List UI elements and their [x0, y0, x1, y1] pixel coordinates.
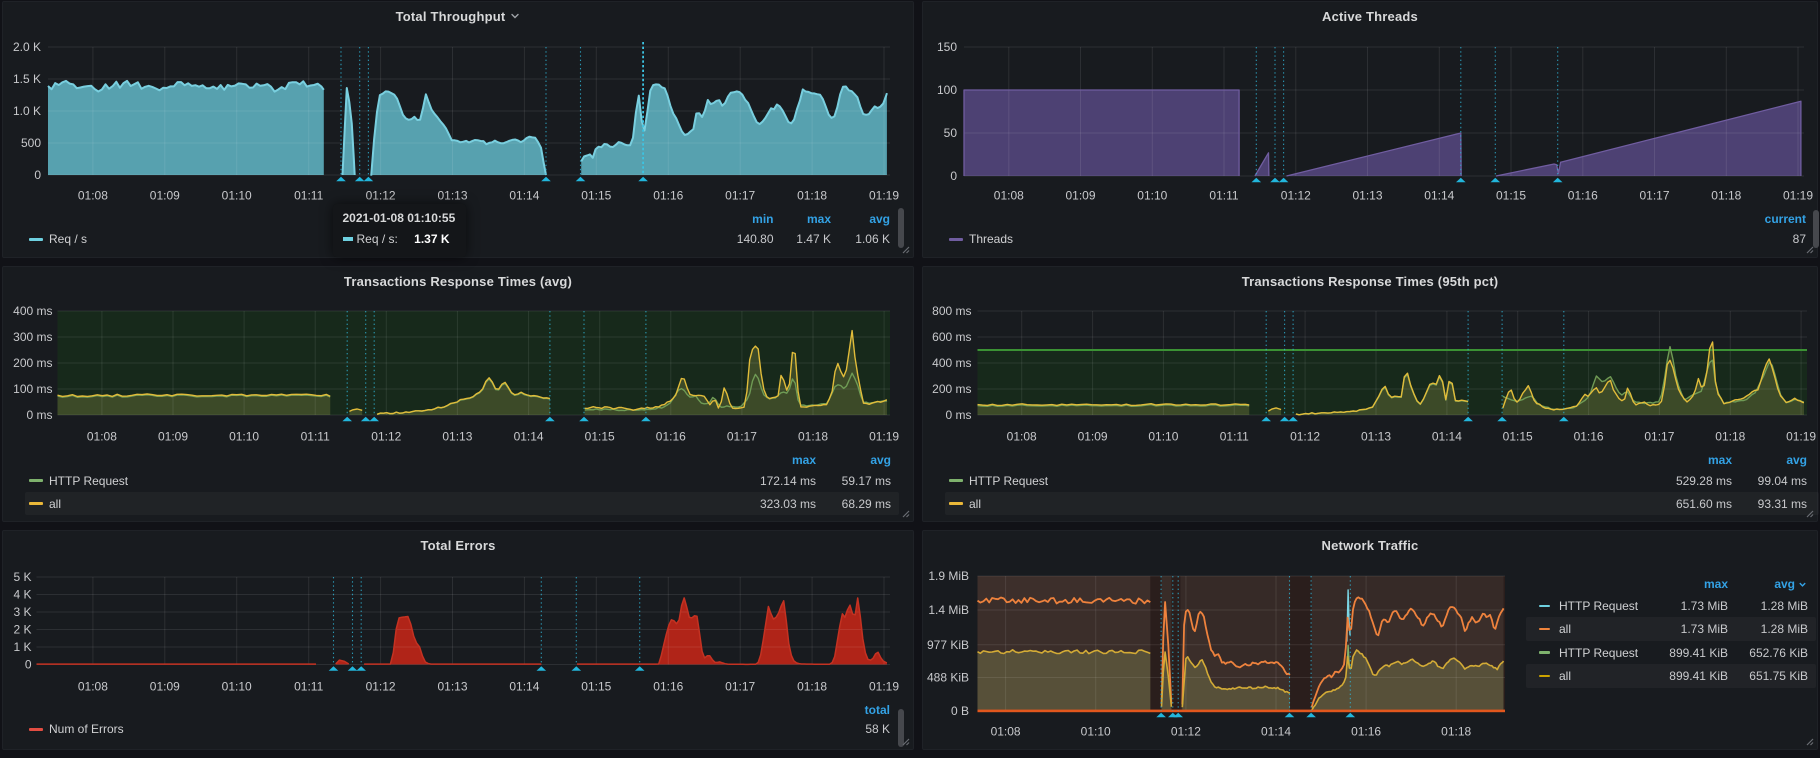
svg-text:100: 100 [937, 83, 957, 97]
svg-text:01:17: 01:17 [1639, 188, 1669, 202]
svg-text:01:08: 01:08 [994, 188, 1024, 202]
svg-text:01:14: 01:14 [514, 429, 544, 443]
svg-text:01:13: 01:13 [1361, 429, 1391, 443]
svg-text:01:10: 01:10 [1148, 429, 1178, 443]
svg-text:01:16: 01:16 [653, 679, 683, 693]
svg-text:01:12: 01:12 [1171, 724, 1201, 738]
svg-text:01:19: 01:19 [869, 679, 899, 693]
svg-text:0: 0 [25, 658, 32, 672]
svg-text:01:16: 01:16 [1351, 724, 1381, 738]
svg-text:01:13: 01:13 [437, 679, 467, 693]
svg-text:01:11: 01:11 [1209, 188, 1238, 202]
svg-text:01:09: 01:09 [1065, 188, 1095, 202]
svg-text:01:19: 01:19 [1786, 429, 1816, 443]
svg-text:01:16: 01:16 [1574, 429, 1604, 443]
svg-text:01:15: 01:15 [581, 188, 611, 202]
svg-text:01:09: 01:09 [158, 429, 188, 443]
svg-text:5 K: 5 K [13, 570, 31, 584]
svg-text:01:17: 01:17 [725, 679, 755, 693]
svg-text:300 ms: 300 ms [13, 330, 52, 344]
svg-text:0 B: 0 B [951, 704, 969, 718]
svg-text:1 K: 1 K [13, 640, 31, 654]
svg-text:2.0 K: 2.0 K [13, 40, 41, 54]
svg-text:01:14: 01:14 [509, 679, 539, 693]
svg-text:01:18: 01:18 [797, 679, 827, 693]
svg-text:01:12: 01:12 [366, 679, 396, 693]
svg-text:01:10: 01:10 [222, 679, 252, 693]
svg-text:01:12: 01:12 [1290, 429, 1320, 443]
svg-text:200 ms: 200 ms [13, 356, 52, 370]
svg-text:0 ms: 0 ms [26, 408, 52, 422]
svg-text:01:10: 01:10 [229, 429, 259, 443]
svg-text:01:12: 01:12 [1281, 188, 1311, 202]
svg-text:01:16: 01:16 [656, 429, 686, 443]
svg-text:01:19: 01:19 [1783, 188, 1813, 202]
svg-text:01:11: 01:11 [294, 188, 323, 202]
svg-text:01:18: 01:18 [1711, 188, 1741, 202]
svg-text:0: 0 [950, 169, 957, 183]
svg-text:01:14: 01:14 [1261, 724, 1291, 738]
svg-text:1.5 K: 1.5 K [13, 72, 41, 86]
svg-text:01:14: 01:14 [1424, 188, 1454, 202]
svg-text:500: 500 [21, 136, 41, 150]
svg-text:01:08: 01:08 [87, 429, 117, 443]
svg-text:01:12: 01:12 [371, 429, 401, 443]
svg-text:01:14: 01:14 [1432, 429, 1462, 443]
svg-text:01:18: 01:18 [798, 429, 828, 443]
svg-text:200 ms: 200 ms [932, 382, 971, 396]
svg-text:01:17: 01:17 [1644, 429, 1674, 443]
svg-text:01:12: 01:12 [366, 188, 396, 202]
svg-text:01:09: 01:09 [150, 188, 180, 202]
svg-text:0 ms: 0 ms [945, 408, 971, 422]
svg-text:0: 0 [34, 168, 41, 182]
svg-text:01:18: 01:18 [1715, 429, 1745, 443]
svg-text:01:16: 01:16 [1568, 188, 1598, 202]
svg-text:3 K: 3 K [13, 605, 31, 619]
svg-text:01:18: 01:18 [797, 188, 827, 202]
svg-text:1.0 K: 1.0 K [13, 104, 41, 118]
svg-text:150: 150 [937, 40, 957, 54]
svg-text:01:15: 01:15 [1496, 188, 1526, 202]
svg-text:01:13: 01:13 [1352, 188, 1382, 202]
svg-text:01:16: 01:16 [653, 188, 683, 202]
svg-text:01:19: 01:19 [869, 188, 899, 202]
svg-text:01:11: 01:11 [294, 679, 323, 693]
svg-text:01:08: 01:08 [78, 679, 108, 693]
svg-text:01:17: 01:17 [727, 429, 757, 443]
svg-text:400 ms: 400 ms [932, 356, 971, 370]
svg-text:01:09: 01:09 [150, 679, 180, 693]
svg-text:01:15: 01:15 [581, 679, 611, 693]
svg-text:01:19: 01:19 [869, 429, 899, 443]
svg-text:01:10: 01:10 [1137, 188, 1167, 202]
svg-text:800 ms: 800 ms [932, 304, 971, 318]
svg-text:01:08: 01:08 [1007, 429, 1037, 443]
svg-text:01:10: 01:10 [1081, 724, 1111, 738]
svg-text:4 K: 4 K [13, 588, 31, 602]
svg-text:01:18: 01:18 [1441, 724, 1471, 738]
svg-text:400 ms: 400 ms [13, 304, 52, 318]
svg-text:01:15: 01:15 [1503, 429, 1533, 443]
svg-text:01:13: 01:13 [437, 188, 467, 202]
svg-text:01:11: 01:11 [1220, 429, 1249, 443]
svg-text:50: 50 [944, 126, 958, 140]
svg-text:2 K: 2 K [13, 623, 31, 637]
svg-text:01:13: 01:13 [442, 429, 472, 443]
svg-text:01:08: 01:08 [991, 724, 1021, 738]
svg-text:01:11: 01:11 [301, 429, 330, 443]
svg-text:01:08: 01:08 [78, 188, 108, 202]
svg-text:100 ms: 100 ms [13, 382, 52, 396]
svg-text:01:17: 01:17 [725, 188, 755, 202]
svg-text:01:10: 01:10 [222, 188, 252, 202]
svg-text:01:09: 01:09 [1078, 429, 1108, 443]
svg-text:01:14: 01:14 [509, 188, 539, 202]
svg-text:600 ms: 600 ms [932, 330, 971, 344]
svg-text:01:15: 01:15 [585, 429, 615, 443]
